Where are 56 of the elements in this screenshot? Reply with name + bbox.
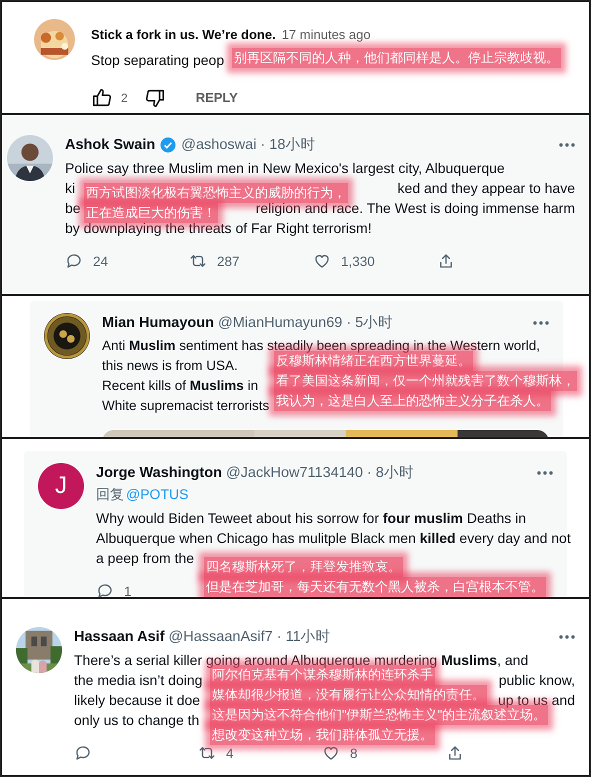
tweet-text: There’s a serial killer going around Albuquerque murdering Muslims, and	[74, 651, 528, 668]
tweet-text: Anti Muslim sentiment has steadily been spreading in the Western world,	[102, 337, 540, 354]
tweet-text: Recent kills of Muslims in	[102, 377, 258, 395]
tweet-text: Police say three Muslim men in New Mexico's largest city, Albuquerque	[65, 159, 505, 178]
author-handle[interactable]: @ashoswai	[181, 136, 256, 152]
share-icon[interactable]	[446, 744, 464, 762]
tweet-text: Albuquerque when Chicago has mulitple Black men killed every day and not	[96, 529, 571, 548]
author-handle[interactable]: @MianHumayun69	[218, 314, 342, 330]
post-time: · 18小时	[260, 136, 316, 154]
reply-icon[interactable]	[65, 252, 83, 270]
reply-icon[interactable]	[74, 744, 92, 762]
more-icon[interactable]	[533, 320, 549, 324]
reply-button[interactable]: REPLY	[186, 84, 248, 111]
tweet-text: only us to change th	[74, 711, 200, 730]
retweet-icon[interactable]	[189, 252, 207, 270]
tweet-text: White supremacist terrorists	[102, 397, 270, 415]
author-name[interactable]: Hassaan Asif	[74, 628, 165, 644]
share-icon[interactable]	[437, 252, 455, 270]
more-icon[interactable]	[537, 470, 553, 474]
reply-label: 回复	[96, 486, 124, 504]
like-count: 2	[121, 90, 128, 104]
author-name[interactable]: Ashok Swain	[65, 136, 156, 152]
post-time: · 8小时	[366, 464, 414, 482]
retweet-icon[interactable]	[198, 744, 216, 762]
thumbs-up-icon[interactable]	[91, 86, 113, 108]
tweet-text: the media isn’t doing	[74, 671, 202, 690]
tweet-text: this news is from USA.	[102, 357, 238, 375]
action-count: 1	[124, 584, 132, 597]
author-handle[interactable]: @JackHow71134140	[226, 464, 363, 480]
tweet-text: a peep from the	[96, 549, 194, 568]
post-time: · 11小时	[276, 628, 331, 646]
post-time: · 5小时	[346, 314, 394, 332]
author-handle[interactable]: @HassaanAsif7	[168, 628, 273, 644]
tweet-text: public know,	[498, 671, 575, 690]
author-name[interactable]: Jorge Washington	[96, 464, 222, 480]
action-count: 1,330	[341, 254, 375, 268]
tweet-text: ki	[65, 179, 76, 198]
action-count: 8	[350, 746, 358, 760]
tweet-text: likely because it doe	[74, 691, 200, 710]
avatar[interactable]: J	[38, 463, 84, 509]
action-count: 4	[226, 746, 234, 760]
tweet-text: up to us and	[498, 691, 575, 708]
comment-text: Stop separating peop	[91, 52, 224, 68]
heart-icon[interactable]	[313, 252, 331, 270]
reply-icon[interactable]	[96, 582, 114, 597]
action-count: 24	[93, 254, 108, 268]
author-name[interactable]: Mian Humayoun	[102, 314, 214, 330]
tweet-text: be	[65, 199, 81, 218]
heart-icon[interactable]	[322, 744, 340, 762]
more-icon[interactable]	[559, 142, 575, 146]
tweet-text: Why would Biden Teweet about his sorrow for four muslim Deaths in	[96, 509, 526, 528]
action-count: 287	[217, 254, 240, 268]
author-name[interactable]: Stick a fork in us. We’re done.	[91, 27, 276, 42]
tweet-text: ked and they appear to have	[398, 179, 575, 198]
more-icon[interactable]	[559, 634, 575, 638]
post-time: 17 minutes ago	[282, 27, 371, 42]
